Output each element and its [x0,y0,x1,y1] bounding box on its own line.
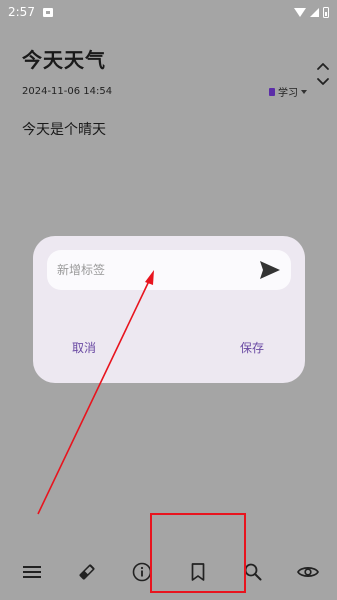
category-label: 学习 [278,88,298,99]
wifi-icon [294,7,306,17]
preview-button[interactable] [296,560,320,584]
status-bar: 2:57 [0,0,337,24]
cancel-button[interactable]: 取消 [72,339,96,356]
bookmark-button[interactable] [186,560,210,584]
note-datetime: 2024-11-06 14:54 [22,86,113,97]
note-body[interactable]: 今天是个晴天 [22,119,106,139]
battery-icon [323,6,329,18]
menu-button[interactable] [20,560,44,584]
expand-collapse-toggle[interactable] [314,61,332,87]
status-right [294,6,329,18]
info-button[interactable] [130,560,154,584]
eraser-icon [79,564,95,580]
add-tag-dialog: 取消 保存 [33,236,305,383]
eye-icon [297,567,319,577]
info-icon [132,562,152,582]
notification-icon [42,7,53,17]
dropdown-caret-icon [301,89,307,94]
note-title[interactable]: 今天天气 [22,44,106,73]
tag-input-container [47,250,291,290]
bottom-toolbar [0,552,337,592]
new-tag-input[interactable] [57,250,247,290]
menu-icon [23,566,41,578]
send-button[interactable] [259,260,281,280]
eraser-button[interactable] [75,560,99,584]
category-icon [269,87,275,96]
status-time: 2:57 [8,5,35,19]
search-button[interactable] [241,560,265,584]
signal-icon [310,7,319,17]
chevron-updown-icon [317,63,329,85]
bookmark-icon [191,563,205,581]
category-selector[interactable]: 学习 [269,84,307,99]
send-icon [260,261,280,279]
save-button[interactable]: 保存 [240,339,264,356]
search-icon [244,563,262,581]
status-left: 2:57 [8,5,53,19]
